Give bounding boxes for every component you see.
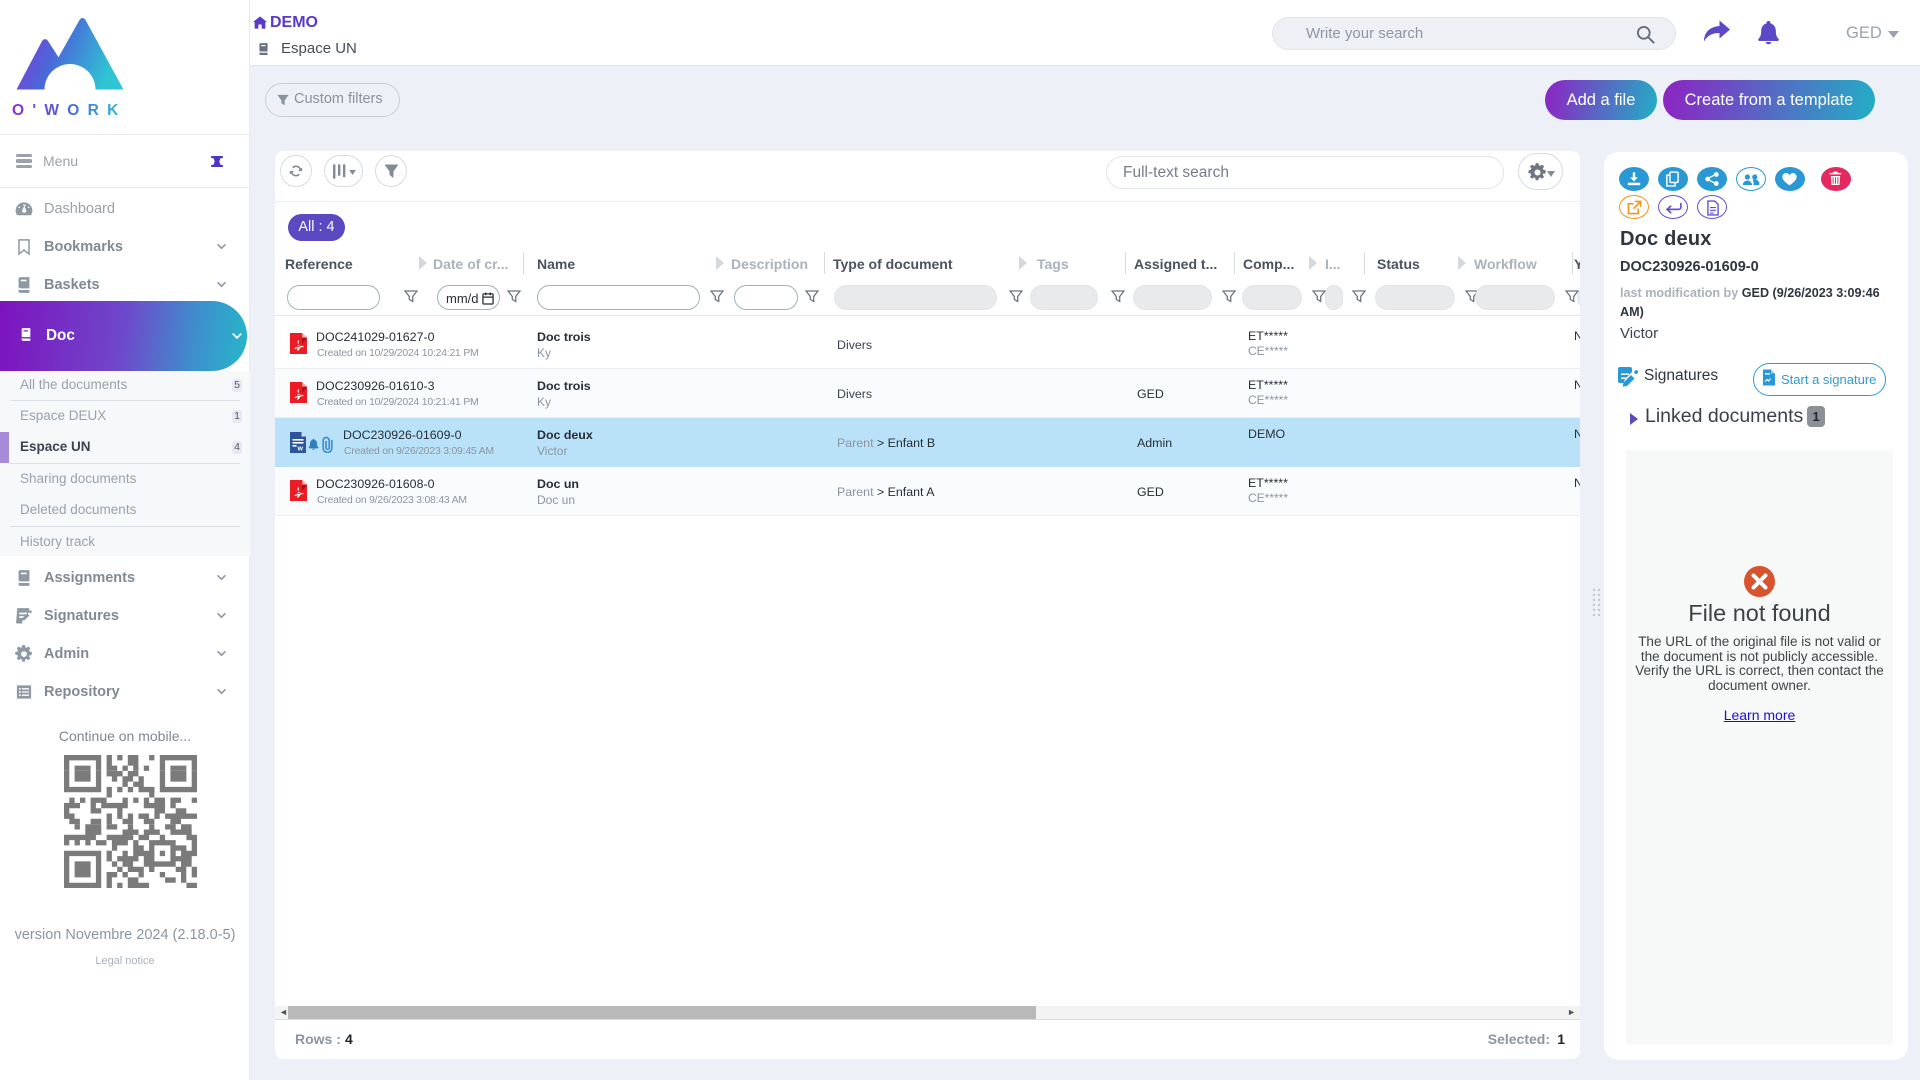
svg-text:O'WORK: O'WORK bbox=[12, 102, 127, 119]
svg-text:w: w bbox=[297, 446, 304, 453]
